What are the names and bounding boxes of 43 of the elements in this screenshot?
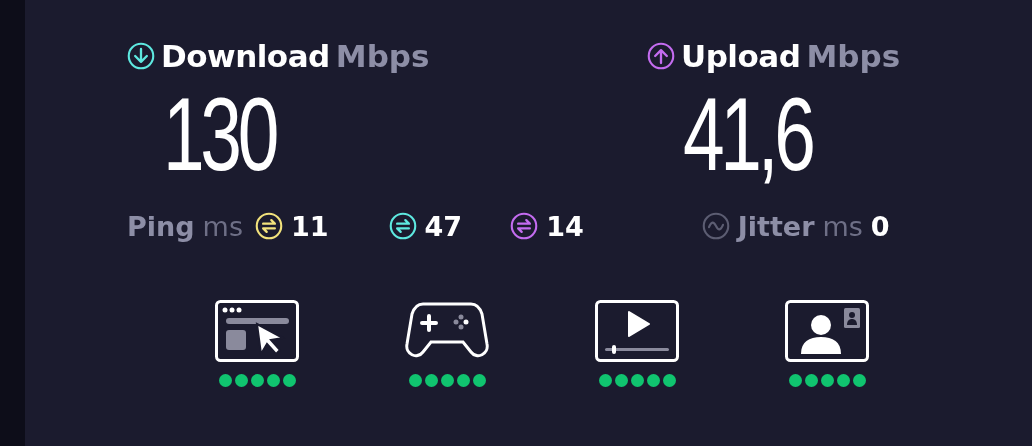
ping-value: 11 — [290, 210, 329, 242]
rating-dot — [456, 374, 470, 387]
jitter-label: Jitter — [737, 210, 815, 242]
ping-unit: ms — [202, 210, 243, 242]
rating-dot — [266, 374, 280, 387]
ping-label: Ping — [127, 210, 195, 242]
speed-title: Upload — [681, 38, 801, 74]
ping-value: 14 — [546, 210, 584, 242]
rating-dot — [630, 374, 644, 387]
speed-title: Download — [161, 38, 330, 74]
jitter-icon — [701, 212, 730, 240]
download-icon — [127, 42, 155, 70]
speed-value: 41,6 — [683, 82, 812, 186]
rating-dot — [408, 374, 422, 387]
rating-dot — [598, 374, 612, 387]
rating-dot — [788, 374, 802, 387]
ping-value: 47 — [424, 210, 463, 242]
rating-dot — [820, 374, 834, 387]
rating-dot — [614, 374, 628, 387]
speed-unit: Mbps — [806, 38, 901, 74]
video-call-icon — [785, 300, 869, 362]
ping-icon — [510, 212, 539, 240]
rating-dot — [218, 374, 232, 387]
rating-dot — [234, 374, 248, 387]
rating-dot — [836, 374, 850, 387]
rating-dot — [804, 374, 818, 387]
rating-dot — [440, 374, 454, 387]
jitter-unit: ms — [822, 210, 863, 242]
video-player-icon — [595, 300, 679, 362]
rating-dot — [662, 374, 676, 387]
upload-icon — [647, 42, 675, 70]
rating-dot — [424, 374, 438, 387]
rating-dot — [250, 374, 264, 387]
rating-dot — [646, 374, 660, 387]
ping-icon — [254, 212, 283, 240]
browser-window-icon — [215, 300, 299, 362]
rating-dot — [282, 374, 296, 387]
speed-value: 130 — [163, 82, 275, 186]
rating-dot — [852, 374, 866, 387]
jitter-value: 0 — [870, 210, 890, 242]
ping-icon — [388, 212, 417, 240]
speed-unit: Mbps — [335, 38, 430, 74]
rating-dot — [472, 374, 486, 387]
